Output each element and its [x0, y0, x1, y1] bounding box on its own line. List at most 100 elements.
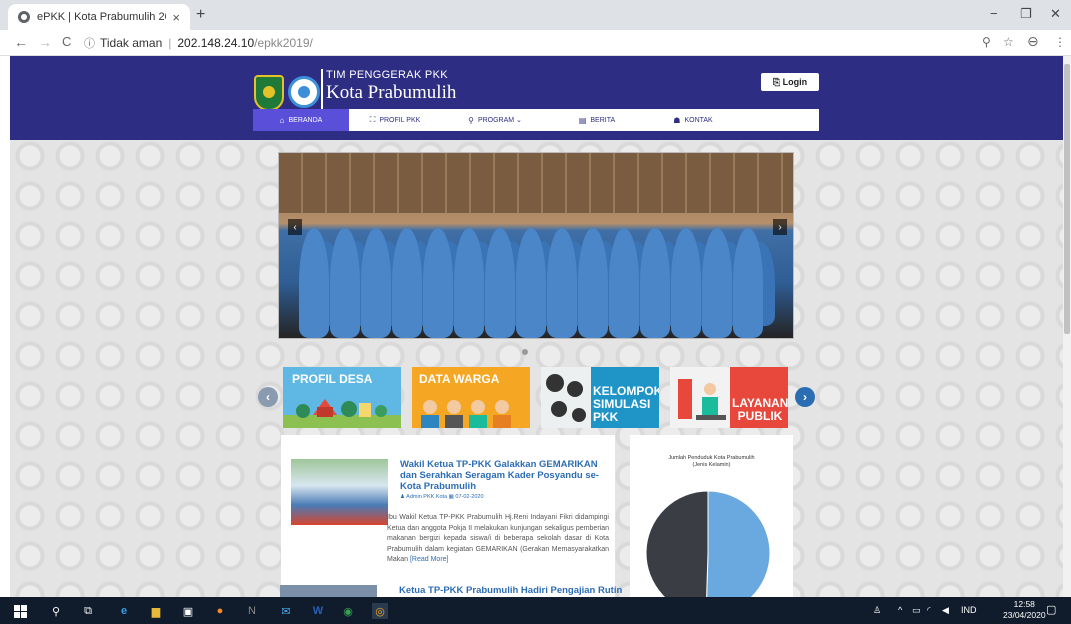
browser-tab[interactable]: ePKK | Kota Prabumulih 2019 × — [8, 4, 190, 30]
feature-data-warga[interactable]: DATA WARGA — [412, 367, 530, 428]
pkk-logo — [288, 76, 320, 108]
pie-slice-1[interactable] — [645, 490, 709, 597]
read-more-link[interactable]: [Read More] — [410, 556, 449, 563]
browser-tab-bar: ePKK | Kota Prabumulih 2019 × + − ❐ ✕ — [0, 0, 1071, 30]
contact-icon: ☗ — [673, 115, 681, 125]
url-field[interactable]: ⓘ Tidak aman | 202.148.24.10 /epkk2019/ — [84, 33, 964, 53]
tray-arrow-icon[interactable]: ^ — [898, 605, 902, 615]
scrollbar-thumb[interactable] — [1064, 64, 1070, 334]
photo-person — [702, 228, 732, 338]
feature-layanan-publik[interactable]: LAYANAN PUBLIK — [670, 367, 788, 428]
web-page: TIM PENGGERAK PKK Kota Prabumulih ⎘ Logi… — [10, 56, 1063, 597]
forward-icon[interactable]: → — [38, 34, 52, 50]
feature-prev-button[interactable]: ‹ — [258, 387, 278, 407]
store-icon[interactable]: ▣ — [180, 603, 196, 619]
brand-name: Kota Prabumulih — [326, 82, 457, 103]
menu-item-profil-pkk[interactable]: ⛶ PROFIL PKK — [349, 109, 441, 131]
photo-person — [454, 228, 484, 338]
battery-icon[interactable]: ▭ — [912, 605, 921, 616]
mail-icon[interactable]: ✉ — [278, 603, 294, 619]
zoom-icon[interactable]: ⚲ — [982, 35, 991, 49]
photo-person — [361, 228, 391, 338]
menu-item-beranda[interactable]: ⌂ BERANDA — [253, 109, 349, 131]
url-host: 202.148.24.10 — [177, 36, 255, 50]
whatsapp-icon[interactable]: ◉ — [340, 603, 356, 619]
population-chart-card: Jumlah Penduduk Kota Prabumulih (Jenis K… — [630, 435, 793, 597]
tab-title: ePKK | Kota Prabumulih 2019 — [37, 11, 166, 23]
photo-person — [547, 228, 577, 338]
news-thumbnail[interactable] — [291, 459, 388, 525]
news-title[interactable]: Wakil Ketua TP-PKK Galakkan GEMARIKAN da… — [400, 459, 610, 492]
feature-kelompok-simulasi[interactable]: KELOMPOK SIMULASI PKK — [541, 367, 659, 428]
file-explorer-icon[interactable]: ▆ — [148, 603, 164, 619]
onenote-icon[interactable]: N — [244, 603, 260, 619]
people-icon[interactable]: ♙ — [873, 605, 881, 616]
feature-next-button[interactable]: › — [795, 387, 815, 407]
menu-label: BERANDA — [288, 116, 323, 124]
minimize-icon[interactable]: − — [990, 6, 998, 21]
menu-item-berita[interactable]: ▤ BERITA — [549, 109, 645, 131]
photo-person — [609, 228, 639, 338]
info-icon[interactable]: ⓘ — [84, 35, 95, 51]
bookmark-star-icon[interactable]: ☆ — [1003, 35, 1014, 49]
photo-person — [516, 228, 546, 338]
maximize-icon[interactable]: ❐ — [1020, 6, 1032, 22]
wifi-icon[interactable]: ◜ — [927, 605, 931, 616]
group-photo-people — [299, 188, 775, 338]
search-icon[interactable]: ⚲ — [48, 603, 64, 619]
citizens-illustration — [421, 400, 511, 428]
news-title-2[interactable]: Ketua TP-PKK Prabumulih Hadiri Pengajian… — [399, 585, 622, 596]
browser-menu-icon[interactable]: ⋮ — [1054, 35, 1066, 49]
chrome-favicon-icon — [18, 11, 30, 23]
menu-label: BERITA — [590, 116, 616, 124]
photo-person — [578, 228, 608, 338]
task-view-icon[interactable]: ⧉ — [80, 603, 96, 619]
photo-person — [330, 228, 360, 338]
chrome-taskbar-icon[interactable]: ◎ — [372, 603, 388, 619]
news-thumbnail-2[interactable] — [280, 585, 377, 597]
volume-icon[interactable]: ◀ — [942, 605, 949, 616]
brand-top-text: TIM PENGGERAK PKK — [326, 69, 448, 81]
calendar-icon: ▦ — [448, 494, 454, 500]
population-pie-chart — [645, 490, 771, 597]
feature-profil-desa[interactable]: PROFIL DESA — [283, 367, 401, 428]
clock-time: 12:58 — [1013, 599, 1035, 609]
photo-person — [392, 228, 422, 338]
user-icon: ♟ — [400, 494, 405, 500]
menu-item-program[interactable]: ⚲ PROGRAM ⌄ — [441, 109, 549, 131]
menu-label: KONTAK — [684, 116, 713, 124]
photo-person — [733, 228, 763, 338]
brand-divider — [321, 69, 323, 113]
menu-item-kontak[interactable]: ☗ KONTAK — [645, 109, 741, 131]
home-icon: ⌂ — [279, 115, 285, 125]
city-emblem-logo — [254, 75, 284, 111]
close-window-icon[interactable]: ✕ — [1050, 6, 1061, 22]
main-menu: ⌂ BERANDA ⛶ PROFIL PKK ⚲ PROGRAM ⌄ ▤ BER… — [253, 109, 819, 131]
account-icon[interactable]: ⊖ — [1027, 33, 1039, 50]
tab-close-icon[interactable]: × — [172, 10, 180, 25]
photo-person — [299, 228, 329, 338]
firefox-icon[interactable]: ● — [212, 603, 228, 619]
system-clock[interactable]: 12:58 23/04/2020 — [1003, 599, 1046, 621]
site-header: TIM PENGGERAK PKK Kota Prabumulih ⎘ Logi… — [10, 56, 1063, 140]
news-meta: ♟ Admin PKK Kota ▦ 07-02-2020 — [400, 494, 484, 500]
login-button[interactable]: ⎘ Login — [761, 73, 819, 91]
slider-indicator[interactable] — [522, 349, 528, 355]
notification-icon[interactable]: ▢ — [1046, 603, 1056, 616]
input-language[interactable]: IND — [961, 605, 977, 615]
word-icon[interactable]: W — [310, 603, 326, 619]
feature-label: KELOMPOK SIMULASI PKK — [593, 384, 659, 424]
org-chart-icon: ⛶ — [369, 115, 376, 124]
slider-next-button[interactable]: › — [773, 219, 787, 235]
windows-start-icon[interactable] — [12, 603, 28, 619]
slider-prev-button[interactable]: ‹ — [288, 219, 302, 235]
news-author: Admin PKK Kota — [406, 494, 448, 500]
reload-icon[interactable]: C — [62, 34, 71, 49]
new-tab-button[interactable]: + — [196, 6, 205, 24]
edge-icon[interactable]: e — [116, 603, 132, 619]
back-icon[interactable]: ← — [14, 34, 28, 50]
pie-slice-0[interactable] — [706, 490, 771, 597]
lightbulb-icon: ⚲ — [468, 115, 474, 125]
feature-label: LAYANAN PUBLIK — [732, 396, 788, 423]
newspaper-icon: ▤ — [578, 115, 587, 125]
